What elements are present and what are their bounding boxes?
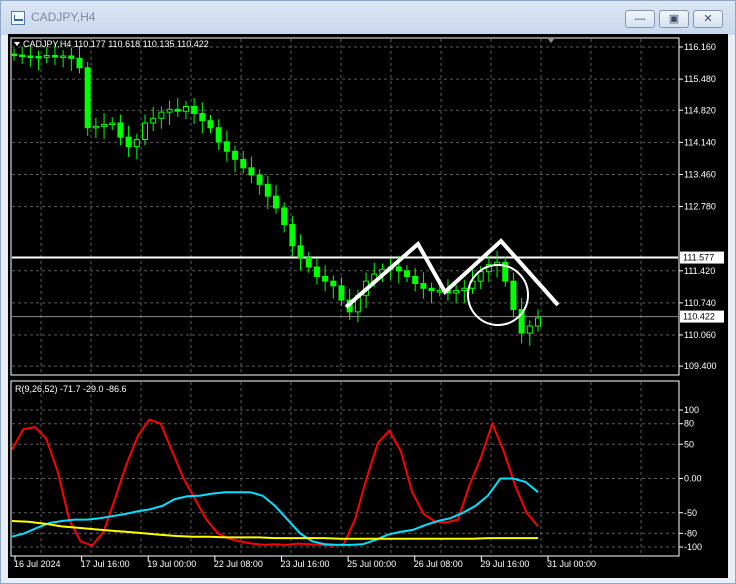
grid-lines	[12, 39, 678, 555]
candle-body[interactable]	[404, 270, 410, 277]
candle-body[interactable]	[51, 54, 58, 58]
close-button[interactable]: ✕	[693, 10, 723, 28]
candle-body[interactable]	[330, 280, 337, 287]
candle-body[interactable]	[240, 158, 247, 169]
candle-body[interactable]	[223, 141, 230, 152]
zigzag-trendline	[344, 238, 560, 309]
time-tick-label: 29 Jul 16:00	[480, 559, 529, 569]
candle-body[interactable]	[248, 167, 255, 176]
chart-window-icon	[11, 11, 25, 25]
candle-body[interactable]	[256, 174, 263, 185]
candle-body[interactable]	[60, 55, 67, 58]
candle-body[interactable]	[232, 150, 239, 160]
time-tick-label: 17 Jul 16:00	[81, 559, 130, 569]
candle-body[interactable]	[461, 287, 468, 292]
osc-tick-label: 50	[684, 439, 694, 449]
candle-body[interactable]	[84, 67, 91, 129]
window-titlebar[interactable]: CADJPY,H4 — ▣ ✕	[1, 1, 735, 35]
osc-tick-label: -100	[684, 542, 702, 552]
candle-body[interactable]	[264, 183, 271, 197]
candle-body[interactable]	[289, 224, 296, 247]
candle-body[interactable]	[207, 120, 214, 129]
chart-shift-marker-icon[interactable]	[547, 38, 555, 43]
time-tick-label: 16 Jul 2024	[14, 559, 61, 569]
price-tick-label: 113.460	[684, 169, 716, 179]
candle-body[interactable]	[191, 105, 198, 115]
candle-body[interactable]	[133, 139, 140, 148]
candle-body[interactable]	[297, 245, 304, 259]
osc-tick-label: -50	[684, 508, 697, 518]
price-tick-label: 115.480	[684, 74, 716, 84]
osc-tick-label: 80	[684, 419, 694, 429]
candle-body[interactable]	[305, 257, 312, 268]
price-tick-label: 110.060	[684, 330, 716, 340]
candle-body[interactable]	[436, 290, 443, 293]
candle-body[interactable]	[174, 108, 181, 112]
candle-body[interactable]	[215, 127, 222, 143]
candle-body[interactable]	[19, 54, 26, 58]
candle-body[interactable]	[101, 123, 108, 127]
candle-body[interactable]	[158, 111, 165, 119]
price-level-label[interactable]: 110.422	[683, 312, 715, 322]
candle-body[interactable]	[76, 57, 83, 69]
price-tick-label: 114.140	[684, 137, 716, 147]
candle-body[interactable]	[322, 275, 329, 282]
candle-body[interactable]	[412, 275, 419, 285]
candle-body[interactable]	[281, 207, 288, 226]
time-tick-label: 31 Jul 00:00	[547, 559, 596, 569]
candle-body[interactable]	[510, 280, 517, 310]
candle-body[interactable]	[535, 317, 541, 327]
candle-body[interactable]	[338, 285, 345, 301]
candle-body[interactable]	[11, 53, 17, 57]
oscillator-line	[11, 520, 538, 540]
price-tick-label: 114.820	[684, 105, 716, 115]
candle-body[interactable]	[166, 108, 173, 113]
candle-body[interactable]	[182, 105, 189, 112]
candle-body[interactable]	[43, 54, 50, 58]
window-title: CADJPY,H4	[31, 10, 96, 24]
candle-body[interactable]	[35, 55, 42, 59]
time-tick-label: 26 Jul 08:00	[414, 559, 463, 569]
main-chart-header: CADJPY,H4 110.177 110.618 110.135 110.42…	[23, 39, 209, 49]
candle-body[interactable]	[273, 195, 279, 209]
price-level-label[interactable]: 111.577	[683, 253, 714, 263]
candle-body[interactable]	[117, 122, 124, 138]
price-tick-label: 109.400	[684, 361, 717, 371]
candle-body[interactable]	[428, 287, 435, 292]
candle-body[interactable]	[453, 290, 460, 294]
candle-body[interactable]	[395, 266, 402, 272]
osc-tick-label: -80	[684, 528, 697, 538]
price-tick-label: 111.420	[684, 266, 715, 276]
candle-body[interactable]	[199, 113, 206, 122]
oscillator-header: R(9,26,52) -71.7 -29.0 -86.6	[15, 384, 127, 394]
time-tick-label: 25 Jul 00:00	[347, 559, 396, 569]
candle-body[interactable]	[420, 283, 427, 289]
price-tick-label: 112.780	[684, 202, 716, 212]
time-tick-label: 23 Jul 16:00	[281, 559, 330, 569]
chart-canvas[interactable]: 111.577 110.422 116.160 115.480 114.820 114.…	[8, 34, 728, 578]
price-tick-label: 116.160	[684, 42, 716, 52]
candle-body[interactable]	[27, 55, 34, 58]
candle-body[interactable]	[142, 122, 148, 141]
chart-svg[interactable]: 111.577 110.422 116.160 115.480 114.820 114.…	[8, 34, 728, 578]
candle-body[interactable]	[68, 55, 75, 59]
pattern-overlay	[344, 238, 560, 326]
highlight-circle	[467, 264, 529, 326]
candle-body[interactable]	[125, 136, 132, 148]
osc-tick-label: 100	[684, 405, 699, 415]
candle-body[interactable]	[313, 266, 320, 277]
osc-tick-label: 0.00	[684, 474, 702, 484]
time-tick-label: 22 Jul 08:00	[214, 559, 263, 569]
candle-body[interactable]	[526, 325, 533, 334]
minimize-button[interactable]: —	[625, 10, 655, 28]
candle-body[interactable]	[92, 125, 99, 129]
axis-labels: 116.160 115.480 114.820 114.140 113.460 112.7…	[14, 42, 717, 569]
header-dropdown-icon[interactable]	[14, 42, 20, 46]
candle-body[interactable]	[109, 122, 116, 126]
restore-button[interactable]: ▣	[659, 10, 689, 28]
candle-body[interactable]	[150, 117, 157, 124]
chart-window: CADJPY,H4 — ▣ ✕ 111.577 110.422 116.160 11…	[0, 0, 736, 584]
time-tick-label: 19 Jul 00:00	[147, 559, 196, 569]
price-tick-label: 110.740	[684, 298, 716, 308]
